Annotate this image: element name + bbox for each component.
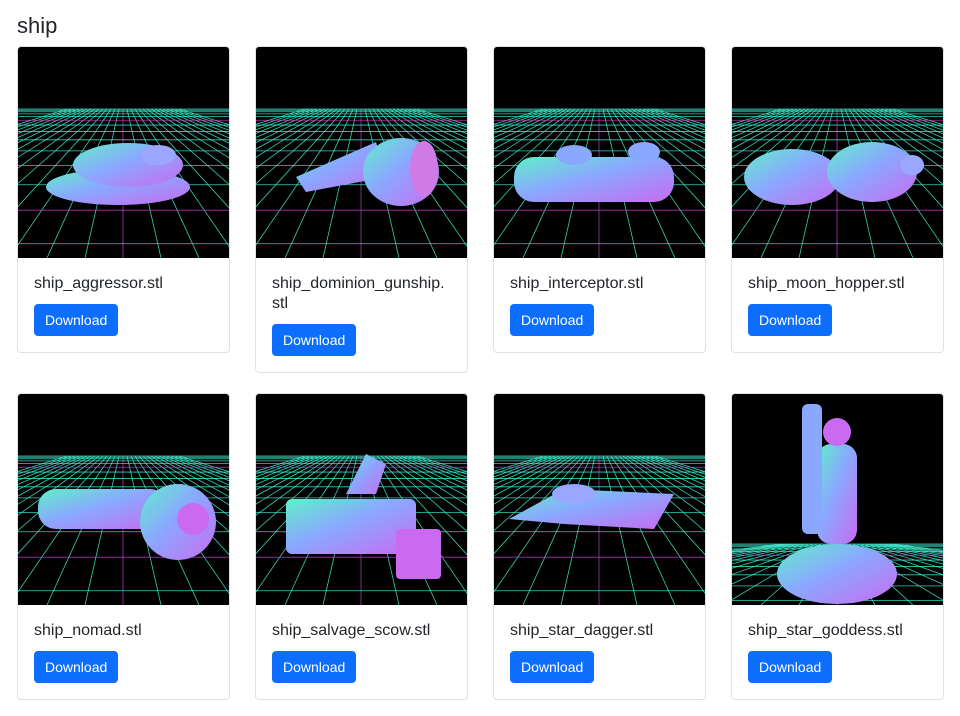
model-card-nomad: ship_nomad.stl Download (17, 393, 230, 700)
statue-head (823, 418, 851, 446)
ship-pod (744, 149, 840, 205)
model-card-interceptor: ship_interceptor.stl Download (493, 46, 706, 353)
model-thumbnail (494, 394, 705, 605)
model-thumbnail (256, 394, 467, 605)
model-card-star-dagger: ship_star_dagger.stl Download (493, 393, 706, 700)
ship-engine (177, 503, 209, 535)
model-card-salvage-scow: ship_salvage_scow.stl Download (255, 393, 468, 700)
download-button[interactable]: Download (34, 651, 119, 683)
download-button[interactable]: Download (510, 304, 595, 336)
model-thumbnail (732, 394, 943, 605)
model-filename: ship_interceptor.stl (510, 275, 644, 292)
card-body: ship_moon_hopper.stl Download (732, 258, 943, 352)
ship-engine (410, 141, 438, 197)
model-filename: ship_star_dagger.stl (510, 622, 654, 639)
model-card-dominion-gunship: ship_dominion_gunship.stl Download (255, 46, 468, 373)
card-body: ship_nomad.stl Download (18, 605, 229, 699)
card-body: ship_aggressor.stl Download (18, 258, 229, 352)
ship-cockpit (552, 484, 596, 504)
download-button[interactable]: Download (748, 651, 833, 683)
model-filename: ship_star_goddess.stl (748, 622, 903, 639)
statue-base (777, 544, 897, 604)
ship-turret (556, 145, 592, 165)
page-title: ship (17, 13, 58, 38)
download-button[interactable]: Download (34, 304, 119, 336)
page: ship ship_aggressor.stl Download ship_do… (0, 0, 960, 716)
model-thumbnail (732, 47, 943, 258)
model-card-aggressor: ship_aggressor.stl Download (17, 46, 230, 353)
model-thumbnail (256, 47, 467, 258)
model-thumbnail (18, 47, 229, 258)
ship-cockpit (140, 145, 176, 165)
model-filename: ship_aggressor.stl (34, 275, 163, 292)
model-card-star-goddess: ship_star_goddess.stl Download (731, 393, 944, 700)
model-thumbnail (494, 47, 705, 258)
statue-wing (802, 404, 822, 534)
ship-crane (346, 454, 386, 494)
model-filename: ship_nomad.stl (34, 622, 142, 639)
ship-engine (900, 155, 924, 175)
model-grid: ship_aggressor.stl Download ship_dominio… (17, 46, 944, 700)
card-body: ship_star_dagger.stl Download (494, 605, 705, 699)
ship-hull (514, 157, 674, 202)
card-body: ship_interceptor.stl Download (494, 258, 705, 352)
download-button[interactable]: Download (272, 651, 357, 683)
card-body: ship_star_goddess.stl Download (732, 605, 943, 699)
download-button[interactable]: Download (510, 651, 595, 683)
download-button[interactable]: Download (748, 304, 833, 336)
ship-engine-block (396, 529, 441, 579)
ship-turret (628, 142, 660, 162)
statue-figure (817, 444, 857, 544)
card-body: ship_dominion_gunship.stl Download (256, 258, 467, 372)
download-button[interactable]: Download (272, 324, 357, 356)
model-thumbnail (18, 394, 229, 605)
model-filename: ship_salvage_scow.stl (272, 622, 431, 639)
neon-grid (494, 455, 705, 605)
model-filename: ship_dominion_gunship.stl (272, 275, 445, 312)
card-body: ship_salvage_scow.stl Download (256, 605, 467, 699)
model-filename: ship_moon_hopper.stl (748, 275, 905, 292)
model-card-moon-hopper: ship_moon_hopper.stl Download (731, 46, 944, 353)
